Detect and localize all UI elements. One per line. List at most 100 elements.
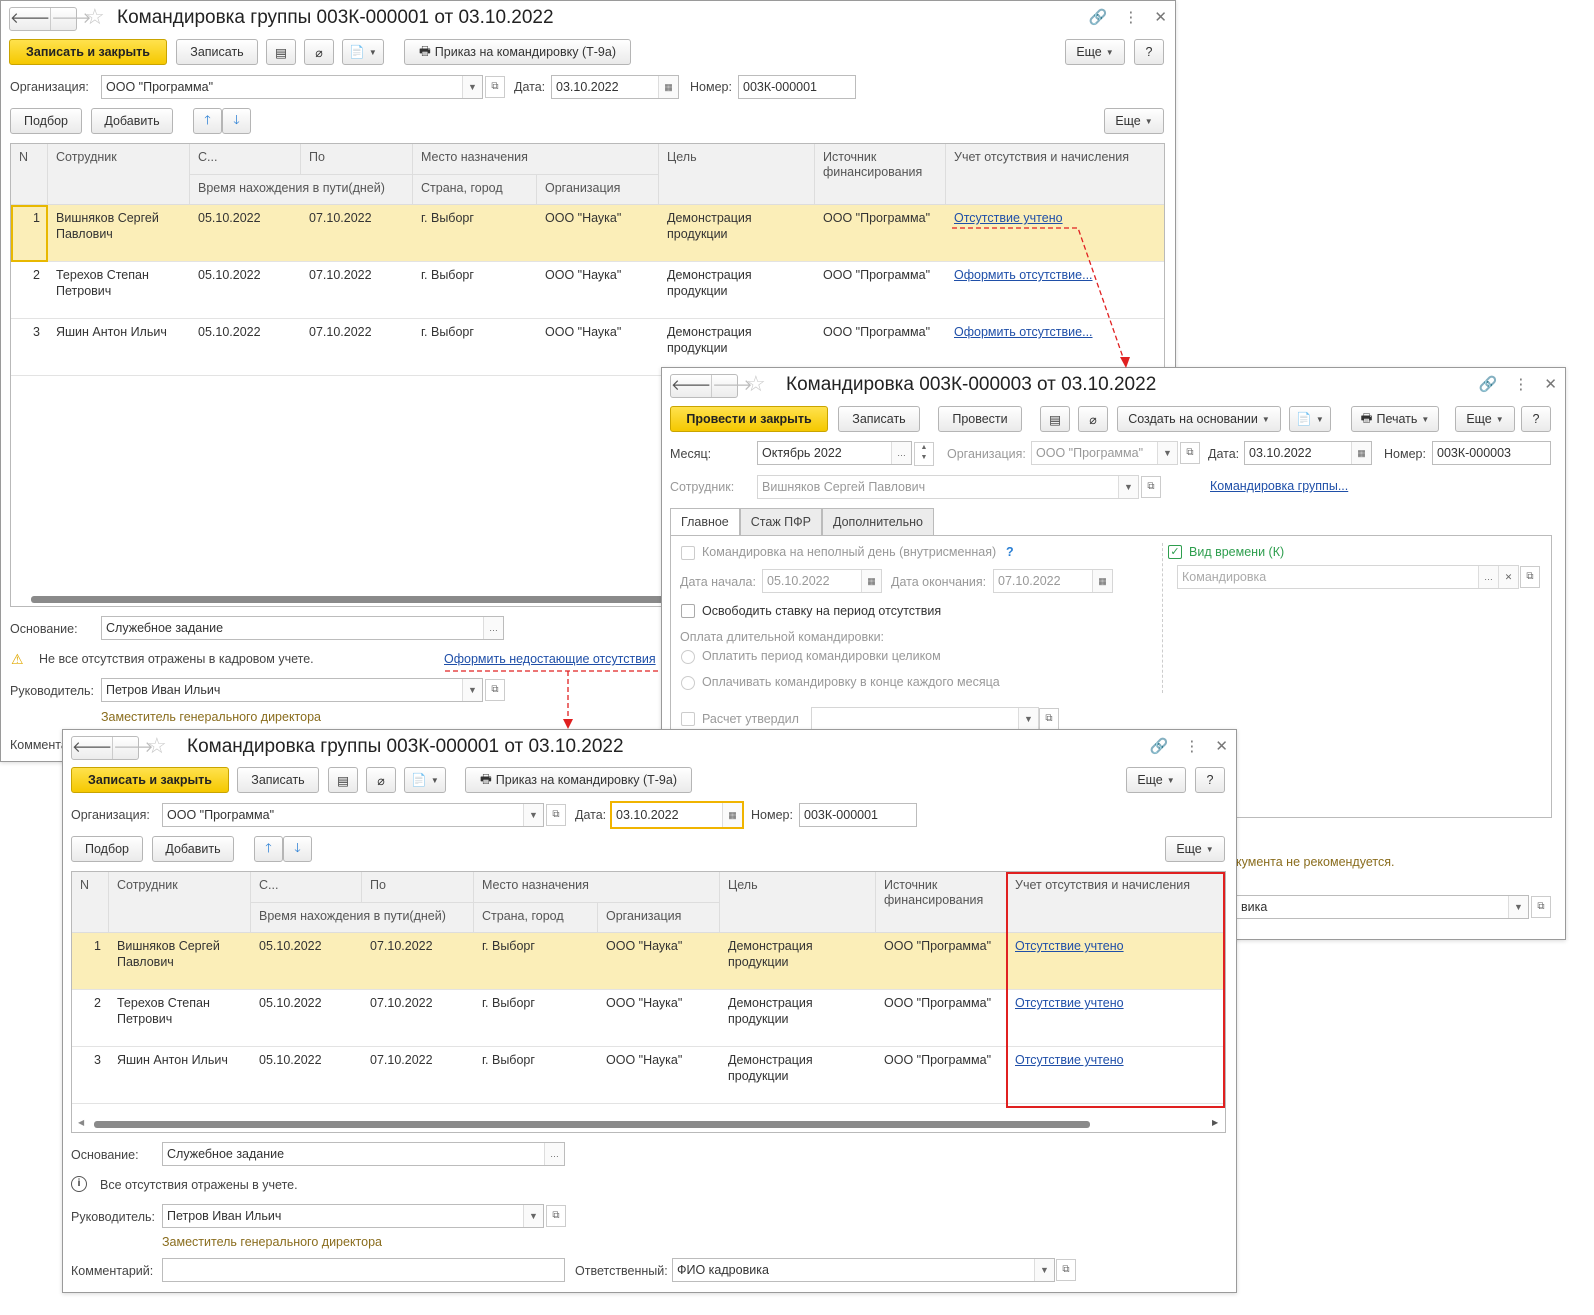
open-icon[interactable]: ⧉ [1520, 566, 1540, 588]
save-close-button[interactable]: Записать и закрыть [9, 39, 167, 65]
free-rate-checkbox[interactable] [681, 604, 695, 618]
dropdown-icon[interactable]: ▼ [1034, 1259, 1054, 1281]
dropdown-icon[interactable]: ▼ [462, 76, 482, 98]
favorite-star-icon[interactable]: ☆ [85, 4, 105, 30]
post-close-button[interactable]: Провести и закрыть [670, 406, 828, 432]
calendar-icon[interactable]: ▦ [722, 803, 742, 827]
open-icon[interactable]: ⧉ [1056, 1259, 1076, 1281]
dropdown-icon[interactable]: ▼ [1157, 442, 1177, 464]
order-button[interactable]: 🖶 Приказ на командировку (Т-9а) [404, 39, 631, 65]
report-icon[interactable]: 📄 ▼ [1289, 406, 1331, 432]
back-arrow-icon[interactable]: 🡐 [72, 737, 112, 759]
dropdown-icon[interactable]: ▼ [1508, 896, 1528, 918]
add-button[interactable]: Добавить [152, 836, 234, 862]
calendar-icon[interactable]: ▦ [1351, 442, 1371, 464]
time-kind-checkbox[interactable]: ✓ [1168, 545, 1182, 559]
help-button[interactable]: ? [1521, 406, 1551, 432]
partial-day-checkbox[interactable] [681, 546, 695, 560]
back-arrow-icon[interactable]: 🡐 [10, 8, 50, 30]
scroll-right-icon[interactable]: ▶ [1212, 1118, 1218, 1127]
link-icon[interactable]: 🔗 [1089, 8, 1108, 26]
create-basis-button[interactable]: Создать на основании ▼ [1117, 406, 1281, 432]
num-field[interactable]: 003К-000001 [738, 75, 856, 99]
list-icon[interactable]: ▤ [328, 767, 358, 793]
calc-approved-checkbox[interactable] [681, 712, 695, 726]
head-field[interactable]: Петров Иван Ильич ▼ [162, 1204, 544, 1228]
dropdown-icon[interactable]: ▼ [1018, 708, 1038, 730]
more-button-table[interactable]: Еще ▼ [1165, 836, 1225, 862]
favorite-star-icon[interactable]: ☆ [746, 371, 766, 397]
basis-field[interactable]: Служебное задание… [162, 1142, 565, 1166]
dropdown-icon[interactable]: ▼ [462, 679, 482, 701]
num-field[interactable]: 003К-000001 [799, 803, 917, 827]
report-icon[interactable]: 📄 ▼ [342, 39, 384, 65]
comment-field[interactable] [162, 1258, 565, 1282]
link-icon[interactable]: 🔗 [1150, 737, 1169, 755]
open-icon[interactable]: ⧉ [546, 1205, 566, 1227]
calendar-icon[interactable]: ▦ [861, 570, 881, 592]
menu-dots-icon[interactable]: ⋮ [1123, 8, 1138, 26]
absence-link[interactable]: Отсутствие учтено [954, 210, 1063, 226]
month-field[interactable]: Октябрь 2022… [757, 441, 912, 465]
pay-monthly-radio[interactable] [681, 676, 695, 690]
add-button[interactable]: Добавить [91, 108, 173, 134]
attach-icon[interactable]: ⌀ [1078, 406, 1108, 432]
close-icon[interactable]: ✕ [1154, 8, 1167, 26]
group-trip-link[interactable]: Командировка группы... [1210, 479, 1348, 493]
end-field[interactable]: 07.10.2022 ▦ [993, 569, 1113, 593]
move-up-icon[interactable]: 🡑 [254, 836, 283, 862]
pick-button[interactable]: Подбор [71, 836, 143, 862]
responsible-field-partial[interactable]: вика ▼ [1236, 895, 1529, 919]
close-icon[interactable]: ✕ [1215, 737, 1228, 755]
more-button-table[interactable]: Еще ▼ [1104, 108, 1164, 134]
org-field[interactable]: ООО "Программа" ▼ [162, 803, 544, 827]
register-absence-link[interactable]: Оформить отсутствие... [954, 267, 1093, 283]
attach-icon[interactable]: ⌀ [366, 767, 396, 793]
ellipsis-icon[interactable]: … [483, 617, 503, 639]
org-field[interactable]: ООО "Программа" ▼ [1031, 441, 1178, 465]
list-icon[interactable]: ▤ [1040, 406, 1070, 432]
register-absence-link[interactable]: Оформить отсутствие... [954, 324, 1093, 340]
horizontal-scrollbar[interactable] [31, 596, 671, 603]
save-close-button[interactable]: Записать и закрыть [71, 767, 229, 793]
report-icon[interactable]: 📄 ▼ [404, 767, 446, 793]
open-icon[interactable]: ⧉ [1531, 896, 1551, 918]
pay-whole-radio[interactable] [681, 650, 695, 664]
basis-field[interactable]: Служебное задание… [101, 616, 504, 640]
more-button[interactable]: Еще ▼ [1065, 39, 1125, 65]
help-button[interactable]: ? [1195, 767, 1225, 793]
open-icon[interactable]: ⧉ [485, 679, 505, 701]
more-button[interactable]: Еще ▼ [1455, 406, 1515, 432]
help-button[interactable]: ? [1134, 39, 1164, 65]
link-icon[interactable]: 🔗 [1479, 375, 1498, 393]
scroll-left-icon[interactable]: ◀ [78, 1118, 84, 1127]
dropdown-icon[interactable]: ▼ [523, 804, 543, 826]
more-button[interactable]: Еще ▼ [1126, 767, 1186, 793]
tab-additional[interactable]: Дополнительно [822, 508, 934, 536]
horizontal-scrollbar[interactable] [94, 1121, 1090, 1128]
register-missing-link[interactable]: Оформить недостающие отсутствия [444, 652, 656, 666]
save-button[interactable]: Записать [237, 767, 319, 793]
save-button[interactable]: Записать [838, 406, 920, 432]
open-icon[interactable]: ⧉ [1180, 442, 1200, 464]
menu-dots-icon[interactable]: ⋮ [1513, 375, 1528, 393]
start-field[interactable]: 05.10.2022 ▦ [762, 569, 882, 593]
open-icon[interactable]: ⧉ [485, 76, 505, 98]
open-icon[interactable]: ⧉ [1039, 708, 1059, 730]
move-down-icon[interactable]: 🡓 [222, 108, 251, 134]
post-button[interactable]: Провести [938, 406, 1022, 432]
move-up-icon[interactable]: 🡑 [193, 108, 222, 134]
dropdown-icon[interactable]: ▼ [1118, 476, 1138, 498]
ellipsis-icon[interactable]: … [1478, 566, 1498, 588]
help-icon[interactable]: ? [1006, 545, 1014, 559]
ellipsis-icon[interactable]: … [891, 442, 911, 464]
calc-approved-field[interactable]: ▼ [811, 707, 1039, 731]
date-field[interactable]: 03.10.2022 ▦ [1244, 441, 1372, 465]
date-field[interactable]: 03.10.2022 ▦ [610, 801, 744, 829]
calendar-icon[interactable]: ▦ [1092, 570, 1112, 592]
pick-button[interactable]: Подбор [10, 108, 82, 134]
print-button[interactable]: 🖶 Печать ▼ [1351, 406, 1439, 432]
list-icon[interactable]: ▤ [266, 39, 296, 65]
open-icon[interactable]: ⧉ [546, 804, 566, 826]
head-field[interactable]: Петров Иван Ильич ▼ [101, 678, 483, 702]
